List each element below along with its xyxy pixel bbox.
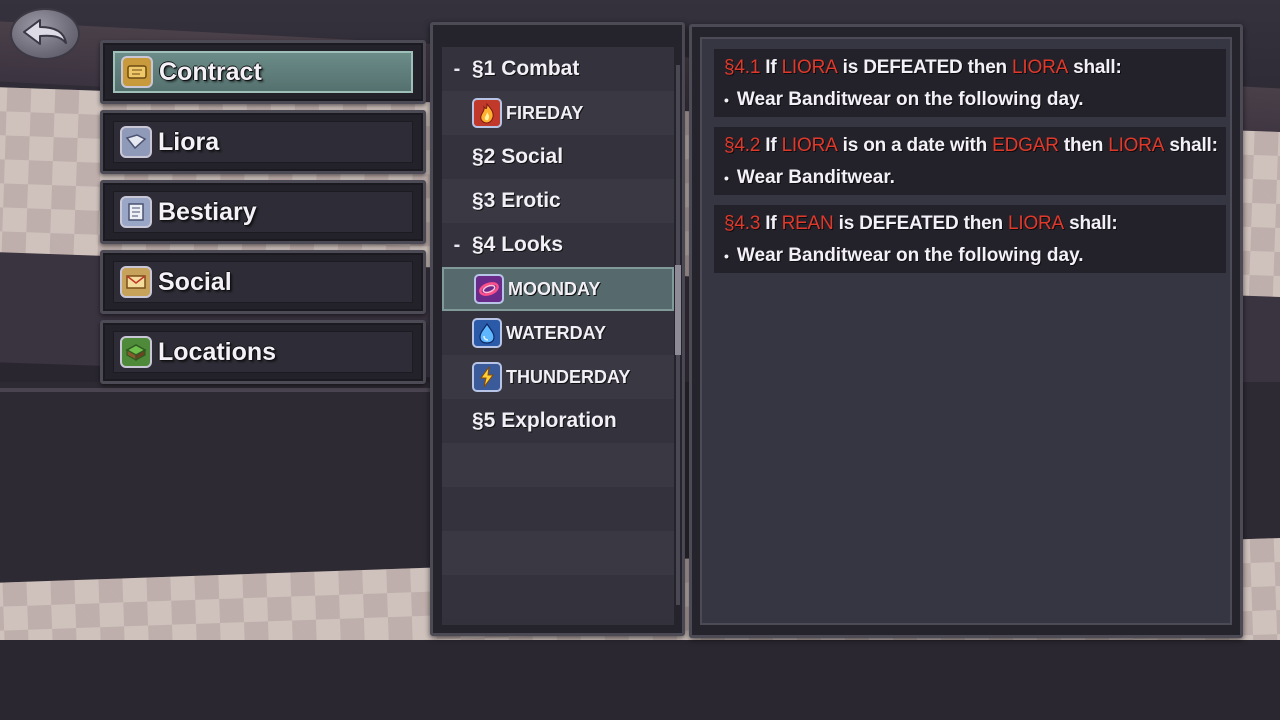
character-name: LIORA: [781, 135, 838, 156]
background-floor: [0, 640, 1280, 720]
rule-text: If: [760, 57, 782, 78]
rule-heading: §4.1 If LIORA is DEFEATED then LIORA sha…: [724, 57, 1216, 79]
rule-number: §4.2: [724, 135, 761, 156]
collapse-toggle[interactable]: -: [442, 234, 472, 257]
rule-entry: §4.3 If REAN is DEFEATED then LIORA shal…: [714, 205, 1226, 273]
section-label: §3 Erotic: [472, 189, 561, 212]
subsection-moonday[interactable]: MOONDAY: [442, 267, 674, 311]
section-social[interactable]: §2 Social: [442, 135, 674, 179]
collapse-toggle[interactable]: -: [442, 58, 472, 81]
map-icon: [120, 336, 152, 368]
rule-consequence-text: Wear Banditwear on the following day.: [736, 89, 1084, 110]
menu-item-inner: Social: [113, 261, 413, 303]
list-row-empty: [442, 575, 674, 619]
letter-icon: [120, 266, 152, 298]
section-list-scrollbar[interactable]: [675, 65, 681, 605]
rule-consequence: • Wear Banditwear on the following day.: [724, 89, 1216, 111]
rule-heading: §4.2 If LIORA is on a date with EDGAR th…: [724, 135, 1218, 157]
character-name: LIORA: [781, 57, 838, 78]
menu-item-inner: Contract: [113, 51, 413, 93]
section-erotic[interactable]: §3 Erotic: [442, 179, 674, 223]
moon-icon: [474, 274, 504, 304]
bullet: •: [724, 170, 729, 186]
subsection-fireday[interactable]: FIREDAY: [442, 91, 674, 135]
menu-item-label: Liora: [158, 127, 220, 156]
rule-number: §4.3: [724, 213, 761, 234]
rule-text: then: [1058, 135, 1109, 156]
menu-item-label: Locations: [158, 337, 277, 366]
book-icon: [120, 126, 152, 158]
rule-heading: §4.3 If REAN is DEFEATED then LIORA shal…: [724, 213, 1216, 235]
menu-item-liora[interactable]: Liora: [100, 110, 426, 174]
rule-number: §4.1: [724, 57, 761, 78]
rule-consequence-text: Wear Banditwear.: [736, 167, 895, 188]
menu-item-social[interactable]: Social: [100, 250, 426, 314]
section-label: §1 Combat: [472, 57, 580, 80]
subsection-waterday[interactable]: WATERDAY: [442, 311, 674, 355]
menu-item-inner: Bestiary: [113, 191, 413, 233]
section-list: - §1 Combat FIREDAY §2 Social §3 Erotic …: [442, 47, 674, 625]
rule-text: is DEFEATED then: [833, 213, 1009, 234]
bullet: •: [724, 92, 729, 108]
section-label: §5 Exploration: [472, 409, 617, 432]
rule-text: shall:: [1164, 135, 1218, 156]
rule-detail-inner: §4.1 If LIORA is DEFEATED then LIORA sha…: [700, 37, 1232, 625]
notes-icon: [120, 196, 152, 228]
rule-entry: §4.1 If LIORA is DEFEATED then LIORA sha…: [714, 49, 1226, 117]
rule-entry: §4.2 If LIORA is on a date with EDGAR th…: [714, 127, 1226, 195]
rule-text: If: [760, 213, 782, 234]
section-exploration[interactable]: §5 Exploration: [442, 399, 674, 443]
fire-icon: [472, 98, 502, 128]
rule-detail-panel: §4.1 If LIORA is DEFEATED then LIORA sha…: [689, 24, 1243, 638]
menu-item-label: Social: [158, 267, 232, 296]
list-row-empty: [442, 531, 674, 575]
section-looks[interactable]: - §4 Looks: [442, 223, 674, 267]
rule-text: is on a date with: [837, 135, 993, 156]
section-list-panel: - §1 Combat FIREDAY §2 Social §3 Erotic …: [430, 22, 685, 636]
subsection-thunderday[interactable]: THUNDERDAY: [442, 355, 674, 399]
subsection-label: FIREDAY: [506, 102, 584, 123]
scrollbar-thumb[interactable]: [675, 265, 681, 355]
character-name: LIORA: [1012, 57, 1069, 78]
section-combat[interactable]: - §1 Combat: [442, 47, 674, 91]
back-button[interactable]: [10, 8, 80, 60]
list-row-empty: [442, 443, 674, 487]
rule-text: is DEFEATED then: [837, 57, 1013, 78]
character-name: LIORA: [1108, 135, 1165, 156]
section-label: §4 Looks: [472, 233, 564, 256]
rule-text: If: [760, 135, 782, 156]
rule-consequence: • Wear Banditwear on the following day.: [724, 245, 1216, 267]
back-arrow-icon: [23, 19, 67, 45]
bullet: •: [724, 248, 729, 264]
menu-item-inner: Locations: [113, 331, 413, 373]
rule-consequence-text: Wear Banditwear on the following day.: [736, 245, 1084, 266]
subsection-label: MOONDAY: [508, 278, 601, 299]
subsection-label: THUNDERDAY: [506, 366, 631, 387]
character-name: EDGAR: [992, 135, 1059, 156]
menu-item-label: Contract: [159, 57, 262, 86]
menu-item-bestiary[interactable]: Bestiary: [100, 180, 426, 244]
water-drop-icon: [472, 318, 502, 348]
menu-item-inner: Liora: [113, 121, 413, 163]
menu-item-contract[interactable]: Contract: [100, 40, 426, 104]
subsection-label: WATERDAY: [506, 322, 607, 343]
list-row-empty: [442, 487, 674, 531]
rule-text: shall:: [1068, 57, 1122, 78]
character-name: LIORA: [1008, 213, 1065, 234]
rule-text: shall:: [1064, 213, 1118, 234]
background-rail: [0, 388, 440, 392]
section-label: §2 Social: [472, 145, 564, 168]
menu-item-locations[interactable]: Locations: [100, 320, 426, 384]
scroll-icon: [121, 56, 153, 88]
character-name: REAN: [781, 213, 834, 234]
lightning-icon: [472, 362, 502, 392]
menu-item-label: Bestiary: [158, 197, 257, 226]
rule-consequence: • Wear Banditwear.: [724, 167, 1216, 189]
